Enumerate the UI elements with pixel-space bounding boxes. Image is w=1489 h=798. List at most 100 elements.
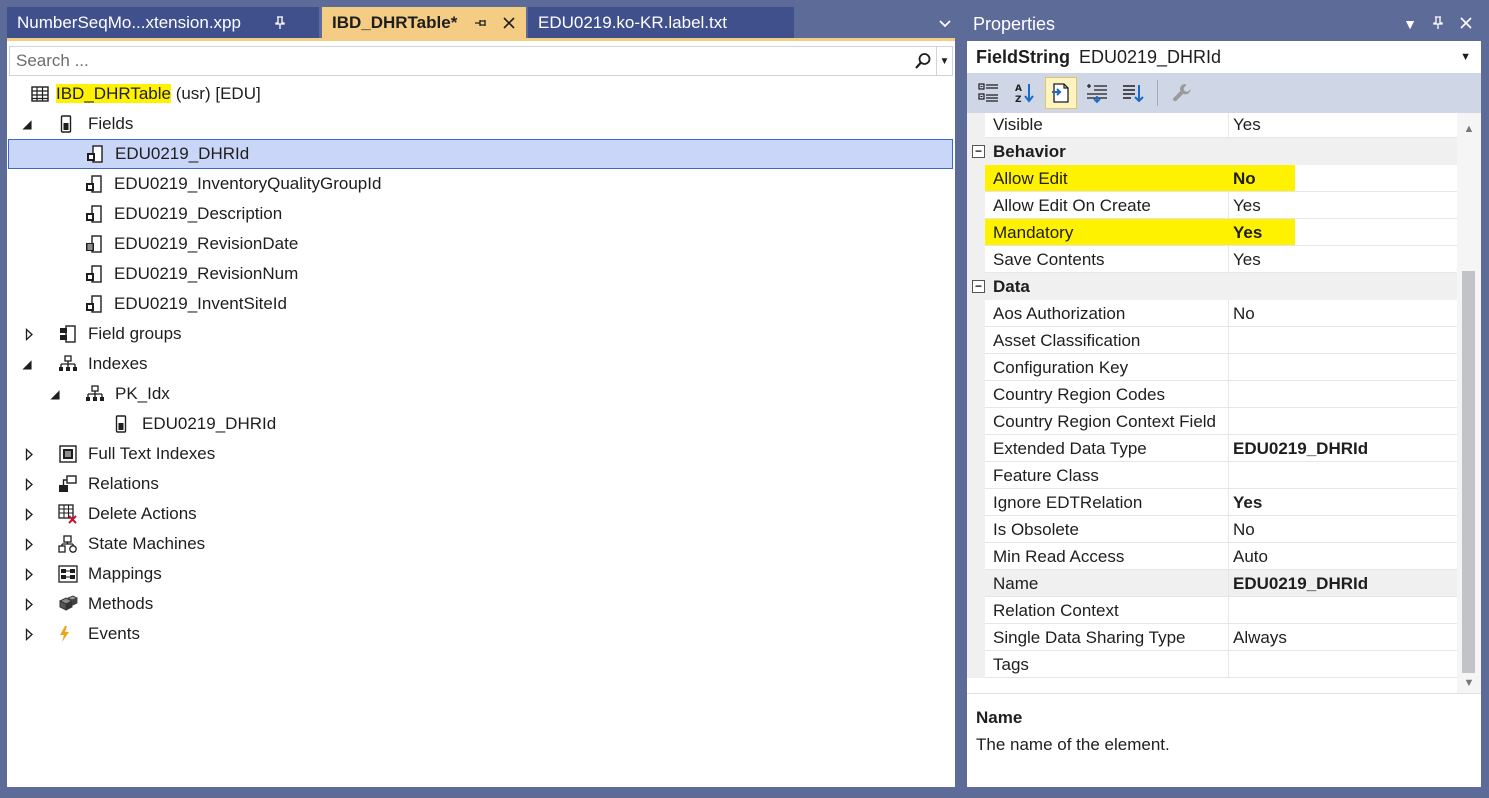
tree-node-field[interactable]: EDU0219_RevisionDate — [7, 229, 955, 259]
tree-node-field[interactable]: EDU0219_InventoryQualityGroupId — [7, 169, 955, 199]
property-row-tags[interactable]: Tags — [967, 651, 1457, 678]
property-grid-scrollbar[interactable]: ▲ ▼ — [1457, 113, 1481, 693]
search-input[interactable] — [10, 48, 910, 74]
collapse-triangle-icon[interactable]: ◢ — [20, 349, 34, 379]
property-value[interactable]: Yes — [1233, 113, 1261, 138]
tree-node-field-dhrid[interactable]: EDU0219_DHRId — [8, 139, 953, 169]
property-row-allow-edit-on-create[interactable]: Allow Edit On Create Yes — [967, 192, 1457, 219]
tab-ibd-dhrtable[interactable]: IBD_DHRTable* — [322, 7, 526, 38]
tree-node-fields[interactable]: ◢ Fields — [7, 109, 955, 139]
scroll-down-arrow-icon[interactable]: ▼ — [1457, 673, 1481, 693]
property-row-visible[interactable]: Visible Yes — [967, 113, 1457, 138]
property-value[interactable]: Yes — [1233, 246, 1261, 273]
expand-triangle-icon[interactable] — [22, 499, 36, 529]
property-row-country-region-codes[interactable]: Country Region Codes — [967, 381, 1457, 408]
property-value[interactable]: Auto — [1233, 543, 1268, 570]
property-value[interactable]: Always — [1233, 624, 1287, 651]
object-selector[interactable]: FieldString EDU0219_DHRId ▼ — [967, 41, 1481, 73]
expand-triangle-icon[interactable] — [22, 529, 36, 559]
category-name: Behavior — [993, 142, 1066, 161]
search-icon[interactable] — [910, 47, 936, 75]
property-row-aos-authorization[interactable]: Aos Authorization No — [967, 300, 1457, 327]
tree-node-field[interactable]: EDU0219_InventSiteId — [7, 289, 955, 319]
window-menu-chevron-icon[interactable]: ▼ — [1401, 16, 1419, 32]
property-row-feature-class[interactable]: Feature Class — [967, 462, 1457, 489]
tree-node-state-machines[interactable]: State Machines — [7, 529, 955, 559]
tree-node-index-pk[interactable]: ◢ PK_Idx — [7, 379, 955, 409]
property-row-name[interactable]: Name EDU0219_DHRId — [967, 570, 1457, 597]
expand-triangle-icon[interactable] — [22, 469, 36, 499]
property-row-is-obsolete[interactable]: Is Obsolete No — [967, 516, 1457, 543]
category-data[interactable]: − Data — [967, 273, 1457, 300]
close-icon[interactable] — [498, 7, 520, 38]
tree-node-label: EDU0219_RevisionDate — [114, 234, 299, 253]
property-row-asset-classification[interactable]: Asset Classification — [967, 327, 1457, 354]
property-row-country-region-context-field[interactable]: Country Region Context Field — [967, 408, 1457, 435]
tree-node-indexes[interactable]: ◢ Indexes — [7, 349, 955, 379]
collapse-minus-icon[interactable]: − — [972, 280, 985, 293]
property-row-configuration-key[interactable]: Configuration Key — [967, 354, 1457, 381]
tree-node-root-table[interactable]: IBD_DHRTable (usr) [EDU] — [7, 79, 955, 109]
property-pages-icon[interactable] — [1045, 77, 1077, 109]
sort-descending-icon[interactable] — [1117, 77, 1149, 109]
document-area: NumberSeqMo...xtension.xpp IBD_DHRTable*… — [0, 0, 962, 798]
property-row-ignore-edt-relation[interactable]: Ignore EDTRelation Yes — [967, 489, 1457, 516]
tree-node-field-groups[interactable]: Field groups — [7, 319, 955, 349]
string-field-icon — [85, 139, 105, 169]
toolbar-separator — [1157, 80, 1158, 106]
tab-overflow-chevron-icon[interactable] — [935, 14, 955, 34]
string-field-icon — [84, 289, 104, 319]
tree-node-events[interactable]: Events — [7, 619, 955, 649]
expand-triangle-icon[interactable] — [22, 619, 36, 649]
close-icon[interactable] — [1457, 16, 1475, 32]
collapse-triangle-icon[interactable]: ◢ — [20, 109, 34, 139]
property-value[interactable]: EDU0219_DHRId — [1233, 570, 1368, 597]
tree-node-field[interactable]: EDU0219_Description — [7, 199, 955, 229]
tree-node-field[interactable]: EDU0219_RevisionNum — [7, 259, 955, 289]
pin-icon[interactable] — [269, 7, 291, 38]
tab-label-file[interactable]: EDU0219.ko-KR.label.txt — [528, 7, 794, 38]
search-options-dropdown-icon[interactable]: ▼ — [936, 47, 952, 75]
collapse-minus-icon[interactable]: − — [972, 145, 985, 158]
property-name: Country Region Context Field — [993, 412, 1217, 431]
property-row-extended-data-type[interactable]: Extended Data Type EDU0219_DHRId — [967, 435, 1457, 462]
expand-triangle-icon[interactable] — [22, 589, 36, 619]
expand-triangle-icon[interactable] — [22, 319, 36, 349]
tree-node-index-field[interactable]: EDU0219_DHRId — [7, 409, 955, 439]
tree-node-methods[interactable]: Methods — [7, 589, 955, 619]
property-row-save-contents[interactable]: Save Contents Yes — [967, 246, 1457, 273]
property-value[interactable]: EDU0219_DHRId — [1233, 435, 1368, 462]
collapse-triangle-icon[interactable]: ◢ — [48, 379, 62, 409]
chevron-down-icon[interactable]: ▼ — [1460, 51, 1471, 63]
property-value[interactable]: Yes — [1233, 192, 1261, 219]
string-field-icon — [84, 169, 104, 199]
pin-icon[interactable] — [470, 7, 492, 38]
scrollbar-thumb[interactable] — [1462, 271, 1475, 673]
category-behavior[interactable]: − Behavior — [967, 138, 1457, 165]
tree-node-full-text-indexes[interactable]: Full Text Indexes — [7, 439, 955, 469]
tree-node-delete-actions[interactable]: Delete Actions — [7, 499, 955, 529]
property-value[interactable]: No — [1233, 516, 1255, 543]
property-value[interactable]: No — [1233, 300, 1255, 327]
property-value[interactable]: Yes — [1233, 489, 1262, 516]
alphabetical-sort-icon[interactable]: AZ — [1009, 77, 1041, 109]
category-name: Data — [993, 277, 1030, 296]
tree-node-relations[interactable]: Relations — [7, 469, 955, 499]
scroll-up-arrow-icon[interactable]: ▲ — [1457, 119, 1481, 139]
expand-all-icon[interactable] — [1081, 77, 1113, 109]
description-title: Name — [976, 708, 1023, 727]
expand-triangle-icon[interactable] — [22, 559, 36, 589]
property-row-allow-edit[interactable]: Allow Edit No — [967, 165, 1457, 192]
property-row-single-data-sharing-type[interactable]: Single Data Sharing Type Always — [967, 624, 1457, 651]
property-value[interactable]: Yes — [1233, 219, 1262, 246]
property-row-relation-context[interactable]: Relation Context — [967, 597, 1457, 624]
property-row-mandatory[interactable]: Mandatory Yes — [967, 219, 1457, 246]
categorized-view-icon[interactable] — [973, 77, 1005, 109]
pin-icon[interactable] — [1429, 15, 1447, 33]
tree-node-mappings[interactable]: Mappings — [7, 559, 955, 589]
property-row-min-read-access[interactable]: Min Read Access Auto — [967, 543, 1457, 570]
wrench-icon[interactable] — [1166, 77, 1198, 109]
expand-triangle-icon[interactable] — [22, 439, 36, 469]
property-value[interactable]: No — [1233, 165, 1256, 192]
tab-numberseq-extension[interactable]: NumberSeqMo...xtension.xpp — [7, 7, 319, 38]
